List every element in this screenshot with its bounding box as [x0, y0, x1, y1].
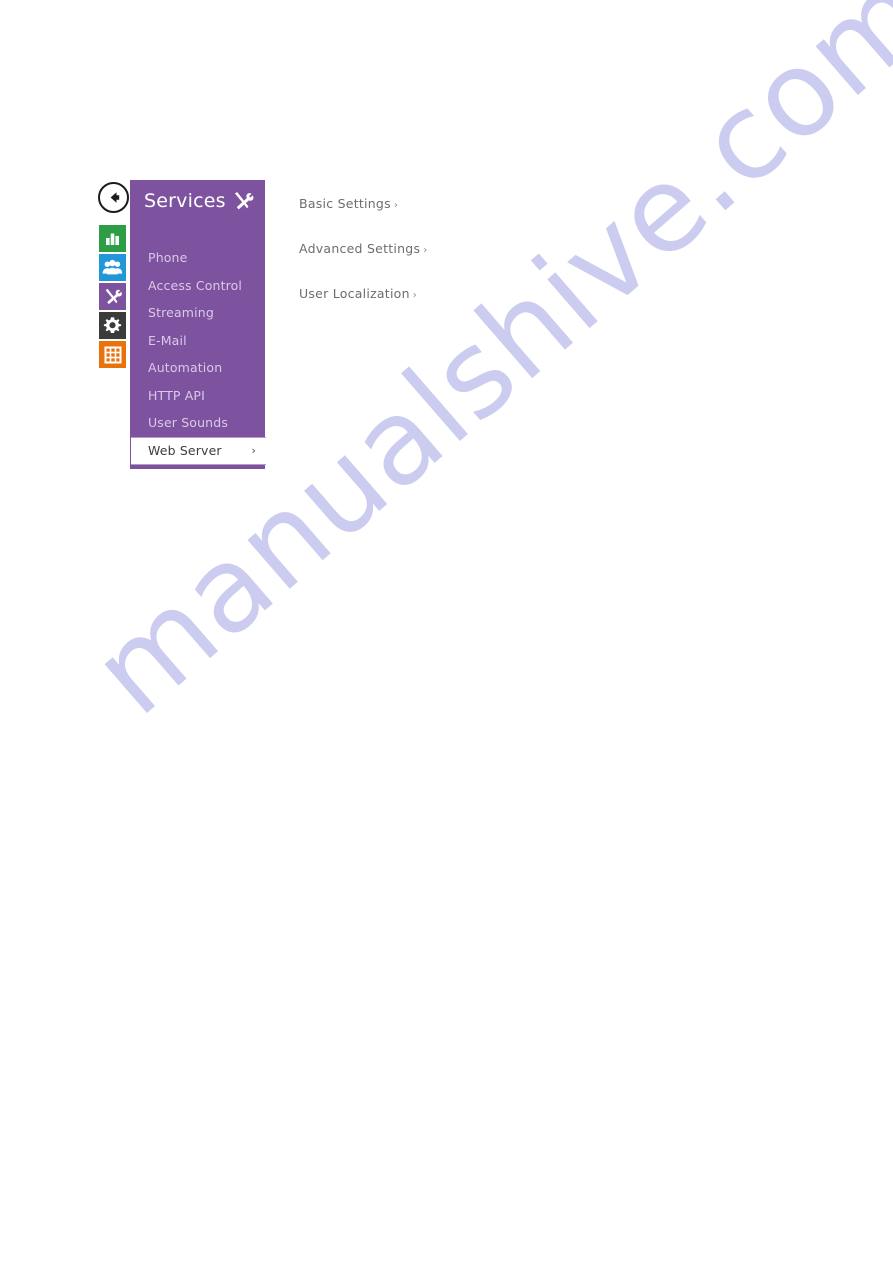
settings-links-column: Basic Settings › Advanced Settings › User … — [299, 196, 428, 331]
chevron-right-icon: › — [393, 200, 399, 211]
menu-item-user-sounds[interactable]: User Sounds — [130, 409, 265, 437]
link-basic-settings-label: Basic Settings — [299, 196, 391, 211]
menu-item-access-control[interactable]: Access Control — [130, 272, 265, 300]
chevron-right-icon: › — [251, 444, 256, 457]
panel-footer-strip — [130, 464, 265, 469]
back-arrow-icon — [105, 189, 122, 206]
tools-icon — [232, 190, 255, 212]
services-tools-icon[interactable] — [99, 283, 126, 310]
panel-header: Services — [130, 180, 265, 222]
icon-rail — [99, 225, 126, 370]
link-user-localization[interactable]: User Localization › — [299, 286, 428, 304]
link-advanced-settings[interactable]: Advanced Settings › — [299, 241, 428, 259]
menu-item-web-server-label: Web Server — [148, 442, 222, 458]
system-gear-icon[interactable] — [99, 312, 126, 339]
menu-item-automation[interactable]: Automation — [130, 354, 265, 382]
chevron-right-icon: › — [423, 245, 428, 256]
services-panel: Services Phone Access Control Streaming … — [130, 180, 266, 469]
link-user-localization-label: User Localization — [299, 286, 410, 301]
back-button[interactable] — [98, 182, 129, 213]
directory-people-icon[interactable] — [99, 254, 126, 281]
grid-apps-icon[interactable] — [99, 341, 126, 368]
menu-item-phone[interactable]: Phone — [130, 244, 265, 272]
link-advanced-settings-label: Advanced Settings — [299, 241, 421, 256]
menu-item-http-api[interactable]: HTTP API — [130, 382, 265, 410]
menu-item-streaming[interactable]: Streaming — [130, 299, 265, 327]
link-basic-settings[interactable]: Basic Settings › — [299, 196, 428, 214]
services-menu-list: Phone Access Control Streaming E-Mail Au… — [130, 222, 266, 465]
chevron-right-icon: › — [412, 290, 418, 301]
status-bar-chart-icon[interactable] — [99, 225, 126, 252]
menu-item-email[interactable]: E-Mail — [130, 327, 265, 355]
menu-item-web-server[interactable]: Web Server › — [131, 436, 266, 465]
page-title: Services — [144, 189, 226, 212]
